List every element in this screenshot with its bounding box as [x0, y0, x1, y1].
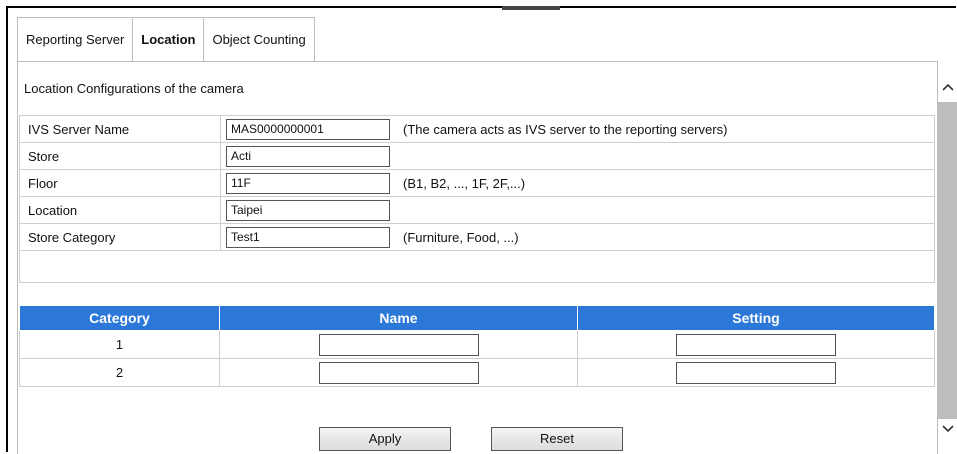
category-name-input[interactable]: [318, 333, 479, 356]
field-value-cell: MAS0000000001 (The camera acts as IVS ser…: [220, 115, 935, 143]
field-value-cell: Test1 (Furniture, Food, ...): [220, 223, 935, 251]
field-value-cell: Acti: [220, 142, 935, 170]
header-setting: Setting: [577, 306, 935, 331]
window-grip: [502, 6, 560, 10]
chevron-up-icon[interactable]: [938, 78, 957, 94]
vertical-scrollbar[interactable]: [938, 72, 957, 454]
category-setting-input[interactable]: [676, 361, 836, 384]
floor-input[interactable]: 11F: [226, 172, 390, 194]
field-value-cell: Taipei: [220, 196, 935, 224]
spacer-cell: [19, 250, 935, 283]
section-title: Location Configurations of the camera: [24, 81, 244, 96]
store-input[interactable]: Acti: [226, 145, 390, 167]
field-label: IVS Server Name: [19, 115, 221, 143]
table-row: 1: [19, 330, 935, 359]
category-header-row: Category Name Setting: [19, 306, 935, 331]
field-row-floor: Floor 11F (B1, B2, ..., 1F, 2F,...): [19, 169, 935, 197]
table-row: 2: [19, 358, 935, 387]
location-config-table: IVS Server Name MAS0000000001 (The camera…: [19, 115, 935, 283]
chevron-down-icon[interactable]: [938, 420, 957, 436]
store-category-input[interactable]: Test1: [226, 226, 390, 248]
field-hint: (Furniture, Food, ...): [403, 229, 519, 245]
category-name-input[interactable]: [318, 361, 479, 384]
field-value-cell: 11F (B1, B2, ..., 1F, 2F,...): [220, 169, 935, 197]
category-number: 2: [19, 358, 220, 387]
name-cell: [219, 330, 578, 359]
tab-object-counting[interactable]: Object Counting: [203, 17, 315, 61]
field-row-location: Location Taipei: [19, 196, 935, 224]
tab-bar: Reporting Server Location Object Countin…: [17, 17, 315, 61]
spacer-row: [19, 250, 935, 283]
reset-button[interactable]: Reset: [491, 427, 623, 451]
field-row-store-category: Store Category Test1 (Furniture, Food, ..…: [19, 223, 935, 251]
tab-location[interactable]: Location: [132, 17, 205, 61]
category-setting-input[interactable]: [676, 333, 836, 356]
setting-cell: [577, 358, 935, 387]
scrollbar-track[interactable]: [938, 102, 957, 419]
field-row-ivs-server-name: IVS Server Name MAS0000000001 (The camera…: [19, 115, 935, 143]
category-table: Category Name Setting 1 2: [19, 306, 935, 387]
apply-button[interactable]: Apply: [319, 427, 451, 451]
field-label: Store: [19, 142, 221, 170]
field-hint: (The camera acts as IVS server to the re…: [403, 121, 728, 137]
name-cell: [219, 358, 578, 387]
field-label: Store Category: [19, 223, 221, 251]
category-number: 1: [19, 330, 220, 359]
setting-cell: [577, 330, 935, 359]
tab-reporting-server[interactable]: Reporting Server: [17, 17, 134, 61]
header-category: Category: [19, 306, 220, 331]
field-label: Location: [19, 196, 221, 224]
header-name: Name: [219, 306, 578, 331]
location-input[interactable]: Taipei: [226, 199, 390, 221]
field-label: Floor: [19, 169, 221, 197]
field-row-store: Store Acti: [19, 142, 935, 170]
field-hint: (B1, B2, ..., 1F, 2F,...): [403, 175, 526, 191]
ivs-server-name-input[interactable]: MAS0000000001: [226, 118, 390, 140]
